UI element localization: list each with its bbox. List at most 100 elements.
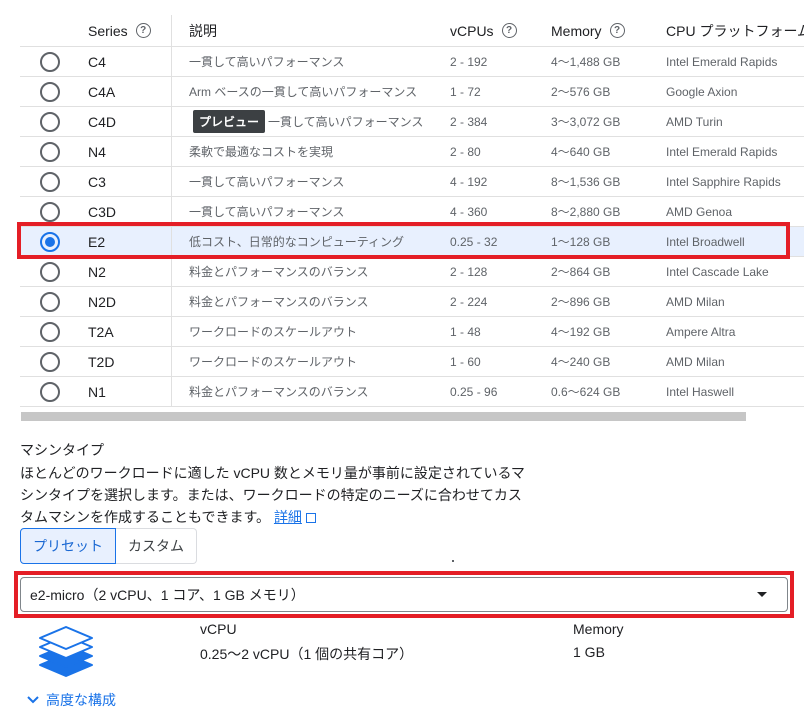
machine-type-select[interactable]: e2-micro（2 vCPU、1 コア、1 GB メモリ）: [20, 577, 788, 612]
machine-type-title: マシンタイプ: [20, 442, 104, 458]
series-name: C3: [88, 173, 106, 190]
series-vcpus: 1 - 72: [450, 84, 481, 99]
series-platform: AMD Genoa: [666, 204, 733, 219]
series-radio[interactable]: [40, 171, 60, 192]
table-row[interactable]: N2D 料金とパフォーマンスのバランス 2 - 224 2～896 GB AMD Mil…: [20, 287, 804, 317]
radio-cell: [20, 167, 80, 196]
series-description: プレビュー 一貫して高いパフォーマンス: [171, 107, 446, 136]
help-circle-icon[interactable]: ?: [135, 23, 151, 38]
header-vcpus: vCPUs ?: [450, 15, 550, 46]
series-radio[interactable]: [40, 111, 60, 132]
chevron-down-icon: [27, 696, 39, 704]
machine-type-description: ほとんどのワークロードに適した vCPU 数とメモリ量が事前に設定されているマ …: [20, 462, 540, 528]
series-radio[interactable]: [40, 381, 60, 402]
series-vcpus: 4 - 192: [450, 174, 488, 189]
series-description-text: 料金とパフォーマンスのバランス: [189, 295, 369, 309]
table-row[interactable]: C4A Arm ベースの一貫して高いパフォーマンス 1 - 72 2～576 GB Go…: [20, 77, 804, 107]
series-description-text: 一貫して高いパフォーマンス: [189, 55, 345, 69]
vcpu-label: vCPU: [200, 621, 237, 637]
table-row[interactable]: C3 一貫して高いパフォーマンス 4 - 192 8～1,536 GB Intel Sa…: [20, 167, 804, 197]
series-description: 低コスト、日常的なコンピューティング: [171, 227, 446, 256]
table-body: C4 一貫して高いパフォーマンス 2 - 192 4～1,488 GB Intel Em…: [20, 47, 804, 407]
table-row[interactable]: N2 料金とパフォーマンスのバランス 2 - 128 2～864 GB Intel Ca…: [20, 257, 804, 287]
header-vcpus-label: vCPUs: [450, 22, 494, 39]
series-radio[interactable]: [40, 201, 60, 222]
advanced-config-toggle[interactable]: 高度な構成: [26, 690, 116, 710]
preset-tab[interactable]: プリセット: [20, 528, 116, 564]
table-row[interactable]: C3D 一貫して高いパフォーマンス 4 - 360 8～2,880 GB AMD Gen…: [20, 197, 804, 227]
table-row[interactable]: E2 低コスト、日常的なコンピューティング 0.25 - 32 1～128 GB Int…: [20, 227, 804, 257]
series-description-text: 柔軟で最適なコストを実現: [189, 145, 334, 159]
radio-cell: [20, 197, 80, 226]
series-description-text: ワークロードのスケールアウト: [189, 325, 358, 339]
header-memory: Memory ?: [551, 15, 663, 46]
radio-cell: [20, 137, 80, 166]
help-circle-icon[interactable]: ?: [501, 23, 517, 38]
series-description-text: 料金とパフォーマンスのバランス: [189, 385, 369, 399]
series-radio[interactable]: [40, 51, 60, 72]
external-link-icon[interactable]: [305, 513, 316, 523]
table-row[interactable]: N4 柔軟で最適なコストを実現 2 - 80 4～640 GB Intel Emeral…: [20, 137, 804, 167]
radio-cell: [20, 227, 80, 256]
series-radio[interactable]: [40, 231, 60, 252]
series-name: E2: [88, 233, 106, 250]
caret-down-icon[interactable]: [757, 592, 767, 597]
series-radio[interactable]: [40, 261, 60, 282]
header-platform: CPU プラットフォーム: [666, 15, 804, 46]
series-description: ワークロードのスケールアウト: [171, 317, 446, 346]
series-memory: 2～864 GB: [551, 265, 611, 279]
table-row[interactable]: T2A ワークロードのスケールアウト 1 - 48 4～192 GB Ampere Al…: [20, 317, 804, 347]
series-table: Series ? 説明 vCPUs ? Memory ? CPU プラットフォー…: [20, 15, 804, 407]
series-platform: Intel Emerald Rapids: [666, 144, 778, 159]
series-vcpus: 1 - 48: [450, 324, 481, 339]
horizontal-scrollbar[interactable]: [21, 412, 746, 421]
series-description: 柔軟で最適なコストを実現: [171, 137, 446, 166]
series-description-text: 一貫して高いパフォーマンス: [189, 205, 345, 219]
series-platform: AMD Milan: [666, 294, 725, 309]
series-name: T2D: [88, 353, 115, 370]
radio-cell: [20, 47, 80, 76]
help-circle-icon[interactable]: ?: [609, 23, 625, 38]
series-name: N4: [88, 143, 106, 160]
series-radio[interactable]: [40, 321, 60, 342]
table-row[interactable]: N1 料金とパフォーマンスのバランス 0.25 - 96 0.6～624 GB Inte…: [20, 377, 804, 407]
series-platform: Intel Broadwell: [666, 234, 745, 249]
table-row[interactable]: C4D プレビュー 一貫して高いパフォーマンス 2 - 384 3～3,072 GB AM…: [20, 107, 804, 137]
series-radio[interactable]: [40, 141, 60, 162]
series-memory: 4～192 GB: [551, 325, 611, 339]
table-row[interactable]: T2D ワークロードのスケールアウト 1 - 60 4～240 GB AMD Milan: [20, 347, 804, 377]
series-platform: Ampere Altra: [666, 324, 736, 339]
series-radio[interactable]: [40, 351, 60, 372]
header-platform-label: CPU プラットフォーム: [666, 22, 804, 39]
vcpu-value: 0.25～2 vCPU（1 個の共有コア）: [200, 646, 414, 662]
description-line-3: タムマシンを作成することもできます。 詳細: [20, 506, 540, 528]
series-description-text: 一貫して高いパフォーマンス: [189, 175, 345, 189]
advanced-config-label: 高度な構成: [46, 692, 116, 708]
header-memory-label: Memory: [551, 22, 602, 39]
series-description-text: 料金とパフォーマンスのバランス: [189, 265, 369, 279]
series-radio[interactable]: [40, 81, 60, 102]
series-memory: 4～640 GB: [551, 145, 611, 159]
custom-tab[interactable]: カスタム: [116, 528, 197, 564]
series-radio[interactable]: [40, 291, 60, 312]
radio-cell: [20, 287, 80, 316]
series-memory: 2～896 GB: [551, 295, 611, 309]
machine-type-toggle: プリセット カスタム: [20, 528, 197, 564]
series-vcpus: 0.25 - 32: [450, 234, 498, 249]
header-series-label: Series: [88, 22, 128, 39]
radio-cell: [20, 317, 80, 346]
header-description: 説明: [171, 15, 446, 46]
radio-cell: [20, 107, 80, 136]
series-description-text: 低コスト、日常的なコンピューティング: [189, 235, 405, 249]
table-row[interactable]: C4 一貫して高いパフォーマンス 2 - 192 4～1,488 GB Intel Em…: [20, 47, 804, 77]
series-vcpus: 4 - 360: [450, 204, 488, 219]
series-description: Arm ベースの一貫して高いパフォーマンス: [171, 77, 446, 106]
series-name: C3D: [88, 203, 117, 220]
memory-value: 1 GB: [573, 644, 605, 660]
header-series: Series ?: [88, 15, 168, 46]
details-link[interactable]: 詳細: [274, 509, 302, 525]
header-description-label: 説明: [189, 22, 217, 39]
radio-cell: [20, 257, 80, 286]
series-description: 一貫して高いパフォーマンス: [171, 197, 446, 226]
series-name: C4: [88, 53, 106, 70]
